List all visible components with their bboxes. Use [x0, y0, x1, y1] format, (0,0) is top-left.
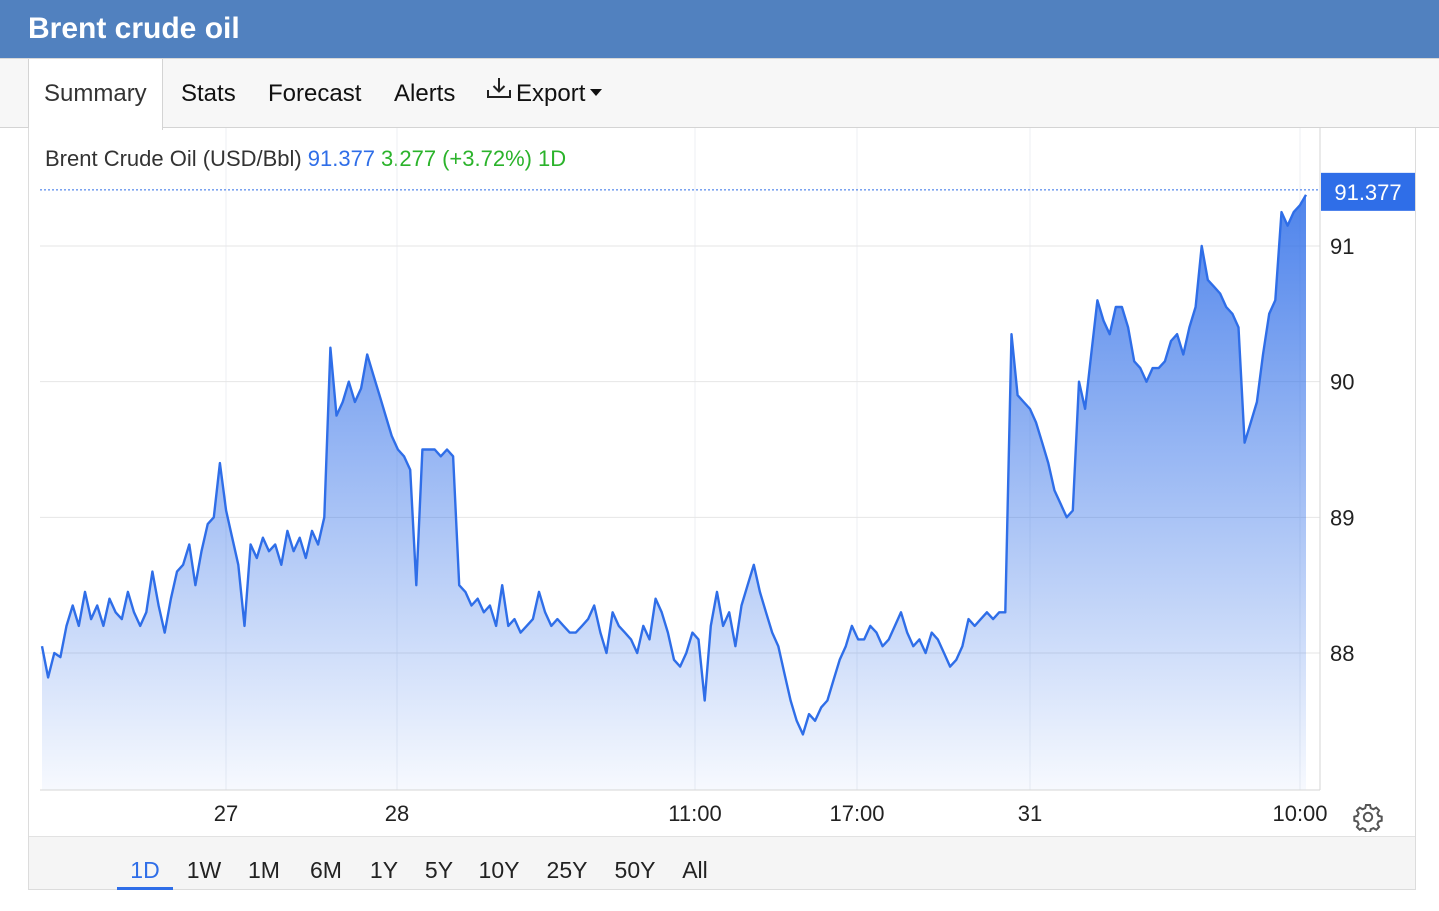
x-tick-label: 17:00: [829, 801, 884, 826]
period-6m[interactable]: 6M: [301, 837, 351, 890]
y-tick-label: 89: [1330, 505, 1354, 530]
period-25y[interactable]: 25Y: [541, 837, 593, 890]
period-all[interactable]: All: [673, 837, 717, 890]
price-chart[interactable]: 88 89 90 91 91.377 27 28 11:00 17:00 31 10:00: [0, 0, 1439, 911]
y-tick-label: 91: [1330, 234, 1354, 259]
price-area: [42, 194, 1306, 791]
x-tick-label: 31: [1018, 801, 1042, 826]
period-1d[interactable]: 1D: [117, 837, 173, 890]
period-1w[interactable]: 1W: [179, 837, 229, 890]
gear-icon[interactable]: [1353, 802, 1383, 837]
x-tick-label: 27: [214, 801, 238, 826]
period-1m[interactable]: 1M: [239, 837, 289, 890]
x-tick-label: 11:00: [668, 801, 721, 826]
period-10y[interactable]: 10Y: [475, 837, 523, 890]
period-1y[interactable]: 1Y: [364, 837, 404, 890]
period-selector: 1D 1W 1M 6M 1Y 5Y 10Y 25Y 50Y All: [29, 836, 1415, 890]
x-tick-label: 28: [385, 801, 409, 826]
y-tick-label: 90: [1330, 370, 1354, 395]
period-50y[interactable]: 50Y: [609, 837, 661, 890]
x-tick-label: 10:00: [1272, 801, 1327, 826]
period-5y[interactable]: 5Y: [419, 837, 459, 890]
y-tick-label: 88: [1330, 641, 1354, 666]
price-tag-label: 91.377: [1334, 180, 1401, 205]
